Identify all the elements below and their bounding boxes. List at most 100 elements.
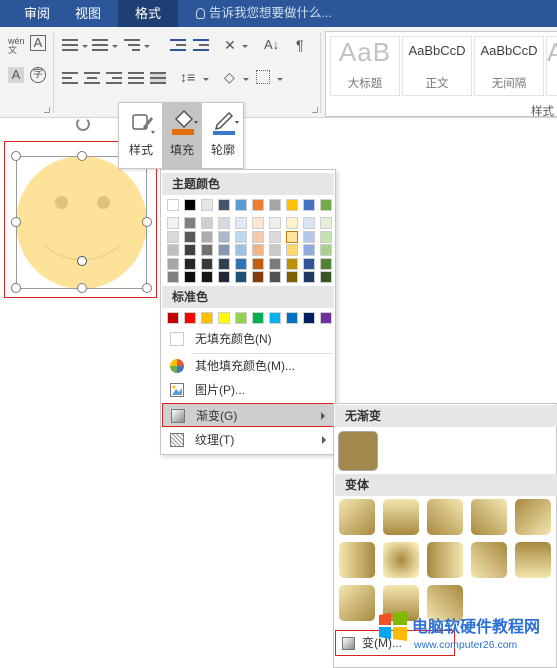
- shape-style-button[interactable]: 样式: [121, 103, 161, 169]
- color-swatch[interactable]: [252, 257, 264, 270]
- standard-color-swatch[interactable]: [184, 312, 196, 324]
- rotate-handle-icon[interactable]: [76, 117, 90, 131]
- sort-icon[interactable]: A↓: [264, 37, 279, 52]
- distributed-icon[interactable]: [150, 72, 166, 84]
- shading-icon[interactable]: ◇: [224, 69, 235, 86]
- paragraph-group-launcher-icon[interactable]: [312, 107, 318, 113]
- color-swatch[interactable]: [286, 271, 298, 283]
- color-swatch[interactable]: [167, 271, 179, 283]
- resize-handle[interactable]: [11, 151, 21, 161]
- standard-color-swatch[interactable]: [269, 312, 281, 324]
- color-swatch[interactable]: [235, 257, 247, 270]
- align-center-icon[interactable]: [84, 72, 100, 84]
- color-swatch[interactable]: [303, 230, 315, 243]
- gradient-item[interactable]: 渐变(G): [162, 403, 334, 427]
- phonetic-guide-icon[interactable]: wén 文: [8, 37, 25, 55]
- color-swatch[interactable]: [235, 199, 247, 211]
- style-next-partial[interactable]: A: [546, 36, 557, 96]
- color-swatch[interactable]: [286, 244, 298, 256]
- standard-color-swatch[interactable]: [320, 312, 332, 324]
- standard-color-swatch[interactable]: [252, 312, 264, 324]
- gradient-variant-tile[interactable]: [515, 499, 551, 535]
- character-border-icon[interactable]: A: [30, 35, 46, 51]
- color-swatch[interactable]: [201, 244, 213, 256]
- show-marks-icon[interactable]: ¶: [296, 37, 304, 53]
- color-swatch[interactable]: [252, 230, 264, 243]
- resize-handle[interactable]: [77, 151, 87, 161]
- standard-color-swatch[interactable]: [235, 312, 247, 324]
- gradient-variant-tile[interactable]: [339, 499, 375, 535]
- color-swatch[interactable]: [320, 244, 332, 256]
- color-swatch[interactable]: [167, 199, 179, 211]
- color-swatch[interactable]: [320, 257, 332, 270]
- color-swatch[interactable]: [167, 257, 179, 270]
- tab-view[interactable]: 视图: [62, 0, 114, 27]
- gradient-variant-tile[interactable]: [471, 499, 507, 535]
- chevron-down-icon[interactable]: [112, 45, 118, 48]
- color-swatch[interactable]: [184, 257, 196, 270]
- color-swatch[interactable]: [269, 244, 281, 256]
- align-right-icon[interactable]: [106, 72, 122, 84]
- color-swatch[interactable]: [218, 230, 230, 243]
- enclose-character-icon[interactable]: 字: [30, 67, 46, 83]
- align-left-icon[interactable]: [62, 72, 78, 84]
- color-swatch[interactable]: [269, 199, 281, 211]
- gradient-variant-tile[interactable]: [427, 499, 463, 535]
- justify-icon[interactable]: [128, 72, 144, 84]
- color-swatch[interactable]: [252, 271, 264, 283]
- resize-handle[interactable]: [142, 283, 152, 293]
- color-swatch[interactable]: [320, 271, 332, 283]
- color-swatch[interactable]: [235, 217, 247, 229]
- color-swatch[interactable]: [303, 257, 315, 270]
- chevron-down-icon[interactable]: [243, 78, 249, 81]
- color-swatch[interactable]: [320, 230, 332, 243]
- resize-handle[interactable]: [142, 217, 152, 227]
- no-fill-item[interactable]: 无填充颜色(N): [162, 327, 334, 351]
- color-swatch[interactable]: [201, 271, 213, 283]
- multilevel-list-icon[interactable]: [124, 39, 140, 51]
- resize-handle[interactable]: [77, 283, 87, 293]
- color-swatch[interactable]: [286, 217, 298, 229]
- chevron-down-icon[interactable]: [144, 45, 150, 48]
- adjust-handle[interactable]: [77, 256, 87, 266]
- color-swatch[interactable]: [303, 244, 315, 256]
- color-swatch[interactable]: [269, 271, 281, 283]
- chevron-down-icon[interactable]: [242, 45, 248, 48]
- color-swatch[interactable]: [269, 230, 281, 243]
- color-swatch[interactable]: [303, 199, 315, 211]
- color-swatch[interactable]: [167, 217, 179, 229]
- color-swatch[interactable]: [235, 244, 247, 256]
- color-swatch[interactable]: [320, 217, 332, 229]
- color-swatch[interactable]: [285, 229, 299, 244]
- color-swatch[interactable]: [167, 230, 179, 243]
- standard-color-swatch[interactable]: [303, 312, 315, 324]
- tab-format[interactable]: 格式: [118, 0, 178, 27]
- gradient-variant-tile[interactable]: [427, 542, 463, 578]
- color-swatch[interactable]: [201, 257, 213, 270]
- chevron-down-icon[interactable]: [277, 78, 283, 81]
- color-swatch[interactable]: [218, 244, 230, 256]
- color-swatch[interactable]: [269, 257, 281, 270]
- color-swatch[interactable]: [235, 271, 247, 283]
- no-gradient-tile[interactable]: [338, 431, 378, 471]
- standard-color-swatch[interactable]: [286, 312, 298, 324]
- color-swatch[interactable]: [252, 244, 264, 256]
- tab-review[interactable]: 审阅: [14, 0, 60, 27]
- bullets-icon[interactable]: [62, 39, 78, 51]
- standard-color-swatch[interactable]: [218, 312, 230, 324]
- texture-item[interactable]: 纹理(T): [162, 428, 334, 452]
- font-group-launcher-icon[interactable]: [44, 107, 50, 113]
- numbering-icon[interactable]: [92, 39, 108, 51]
- color-swatch[interactable]: [286, 257, 298, 270]
- color-swatch[interactable]: [269, 217, 281, 229]
- color-swatch[interactable]: [252, 199, 264, 211]
- color-swatch[interactable]: [303, 271, 315, 283]
- gradient-variant-tile[interactable]: [471, 542, 507, 578]
- color-swatch[interactable]: [167, 244, 179, 256]
- color-swatch[interactable]: [303, 217, 315, 229]
- picture-fill-item[interactable]: 图片(P)...: [162, 378, 334, 402]
- chevron-down-icon[interactable]: [82, 45, 88, 48]
- line-spacing-icon[interactable]: ↕≡: [180, 69, 195, 85]
- tell-me-box[interactable]: 告诉我您想要做什么...: [196, 0, 332, 27]
- borders-icon[interactable]: [256, 70, 270, 84]
